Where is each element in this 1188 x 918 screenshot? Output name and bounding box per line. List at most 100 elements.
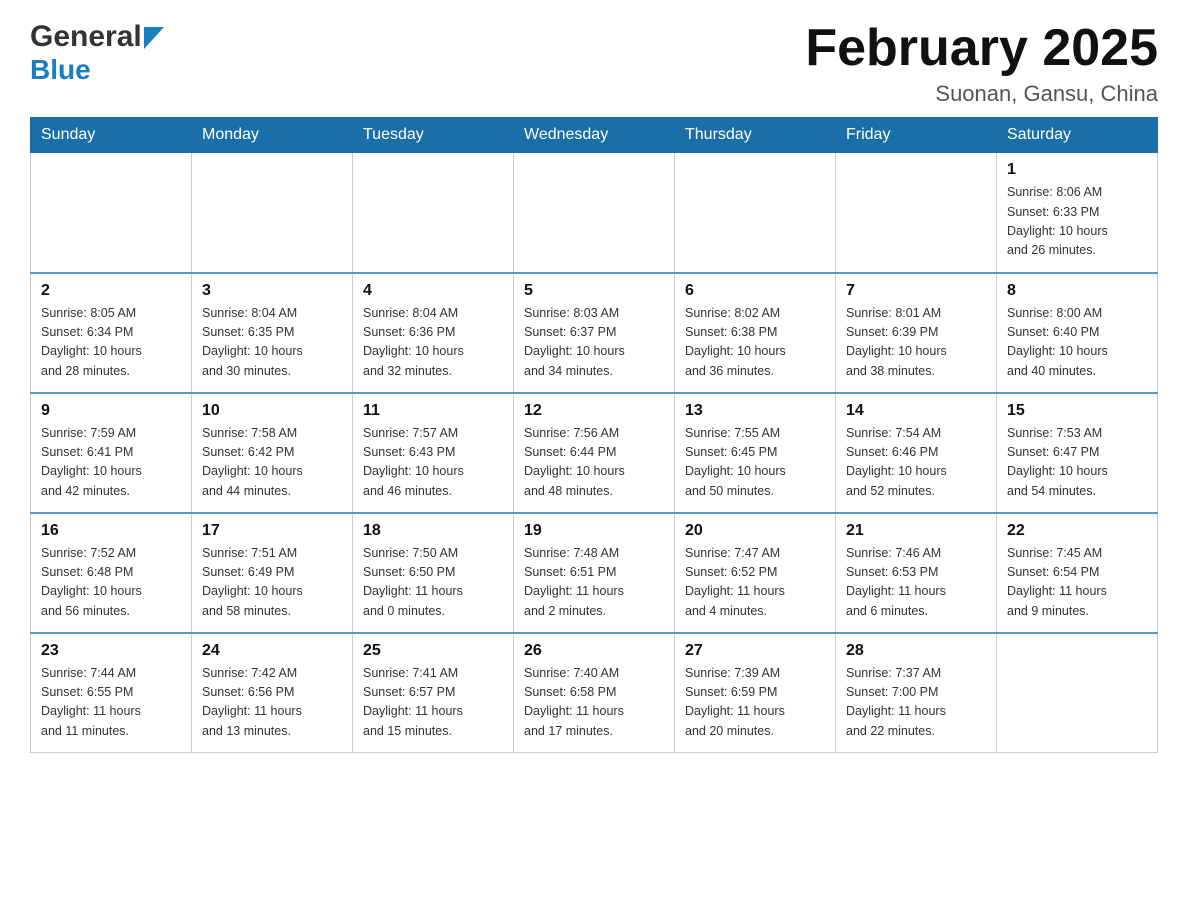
day-info: Sunrise: 7:41 AMSunset: 6:57 PMDaylight:… <box>363 664 503 742</box>
table-row: 22Sunrise: 7:45 AMSunset: 6:54 PMDayligh… <box>997 513 1158 633</box>
day-info: Sunrise: 8:02 AMSunset: 6:38 PMDaylight:… <box>685 304 825 382</box>
table-row: 26Sunrise: 7:40 AMSunset: 6:58 PMDayligh… <box>514 633 675 753</box>
day-info: Sunrise: 7:55 AMSunset: 6:45 PMDaylight:… <box>685 424 825 502</box>
day-info: Sunrise: 7:42 AMSunset: 6:56 PMDaylight:… <box>202 664 342 742</box>
page-header: General Blue February 2025 Suonan, Gansu… <box>30 20 1158 107</box>
day-info: Sunrise: 7:51 AMSunset: 6:49 PMDaylight:… <box>202 544 342 622</box>
table-row: 20 Sunrise: 7:47 AMSunset: 6:52 PMDayligh… <box>675 513 836 633</box>
header-sunday: Sunday <box>31 118 192 153</box>
location-subtitle: Suonan, Gansu, China <box>805 81 1158 107</box>
day-number: 9 <box>41 402 181 420</box>
day-number: 10 <box>202 402 342 420</box>
table-row: 6Sunrise: 8:02 AMSunset: 6:38 PMDaylight… <box>675 273 836 393</box>
calendar-week-row: 1 Sunrise: 8:06 AMSunset: 6:33 PMDaylight… <box>31 153 1158 273</box>
logo-general-text: General <box>30 20 142 54</box>
title-area: February 2025 Suonan, Gansu, China <box>805 20 1158 107</box>
header-saturday: Saturday <box>997 118 1158 153</box>
table-row: 3Sunrise: 8:04 AMSunset: 6:35 PMDaylight… <box>192 273 353 393</box>
day-info: Sunrise: 7:40 AMSunset: 6:58 PMDaylight:… <box>524 664 664 742</box>
calendar-week-row: 23 Sunrise: 7:44 AMSunset: 6:55 PMDayligh… <box>31 633 1158 753</box>
day-info: Sunrise: 7:56 AMSunset: 6:44 PMDaylight:… <box>524 424 664 502</box>
table-row: 7Sunrise: 8:01 AMSunset: 6:39 PMDaylight… <box>836 273 997 393</box>
day-info: Sunrise: 7:58 AMSunset: 6:42 PMDaylight:… <box>202 424 342 502</box>
day-info: Sunrise: 7:54 AMSunset: 6:46 PMDaylight:… <box>846 424 986 502</box>
day-info: Sunrise: 8:01 AMSunset: 6:39 PMDaylight:… <box>846 304 986 382</box>
day-info: Sunrise: 7:52 AMSunset: 6:48 PMDaylight:… <box>41 544 181 622</box>
day-number: 23 <box>41 642 181 660</box>
day-info: Sunrise: 8:04 AMSunset: 6:36 PMDaylight:… <box>363 304 503 382</box>
day-number: 4 <box>363 282 503 300</box>
table-row: 5 Sunrise: 8:03 AMSunset: 6:37 PMDaylight… <box>514 273 675 393</box>
day-number: 13 <box>685 402 825 420</box>
header-monday: Monday <box>192 118 353 153</box>
day-info: Sunrise: 7:57 AMSunset: 6:43 PMDaylight:… <box>363 424 503 502</box>
table-row: 13 Sunrise: 7:55 AMSunset: 6:45 PMDayligh… <box>675 393 836 513</box>
day-number: 28 <box>846 642 986 660</box>
table-row: 21 Sunrise: 7:46 AMSunset: 6:53 PMDayligh… <box>836 513 997 633</box>
day-number: 11 <box>363 402 503 420</box>
table-row <box>997 633 1158 753</box>
day-info: Sunrise: 8:06 AMSunset: 6:33 PMDaylight:… <box>1007 183 1147 261</box>
day-info: Sunrise: 8:03 AMSunset: 6:37 PMDaylight:… <box>524 304 664 382</box>
table-row: 18 Sunrise: 7:50 AMSunset: 6:50 PMDayligh… <box>353 513 514 633</box>
table-row <box>31 153 192 273</box>
month-year-title: February 2025 <box>805 20 1158 77</box>
calendar-week-row: 2 Sunrise: 8:05 AMSunset: 6:34 PMDaylight… <box>31 273 1158 393</box>
table-row: 4 Sunrise: 8:04 AMSunset: 6:36 PMDaylight… <box>353 273 514 393</box>
header-tuesday: Tuesday <box>353 118 514 153</box>
day-info: Sunrise: 7:39 AMSunset: 6:59 PMDaylight:… <box>685 664 825 742</box>
table-row: 1 Sunrise: 8:06 AMSunset: 6:33 PMDaylight… <box>997 153 1158 273</box>
day-number: 20 <box>685 522 825 540</box>
header-wednesday: Wednesday <box>514 118 675 153</box>
day-info: Sunrise: 8:05 AMSunset: 6:34 PMDaylight:… <box>41 304 181 382</box>
table-row: 17 Sunrise: 7:51 AMSunset: 6:49 PMDayligh… <box>192 513 353 633</box>
day-number: 21 <box>846 522 986 540</box>
day-number: 25 <box>363 642 503 660</box>
calendar-header-row: Sunday Monday Tuesday Wednesday Thursday… <box>31 118 1158 153</box>
day-number: 8 <box>1007 282 1147 300</box>
calendar-week-row: 16 Sunrise: 7:52 AMSunset: 6:48 PMDayligh… <box>31 513 1158 633</box>
day-number: 2 <box>41 282 181 300</box>
header-friday: Friday <box>836 118 997 153</box>
logo-arrow-icon <box>144 27 164 49</box>
calendar-table: Sunday Monday Tuesday Wednesday Thursday… <box>30 117 1158 753</box>
day-number: 1 <box>1007 161 1147 179</box>
table-row: 9 Sunrise: 7:59 AMSunset: 6:41 PMDaylight… <box>31 393 192 513</box>
day-number: 12 <box>524 402 664 420</box>
header-thursday: Thursday <box>675 118 836 153</box>
table-row: 8 Sunrise: 8:00 AMSunset: 6:40 PMDaylight… <box>997 273 1158 393</box>
table-row <box>353 153 514 273</box>
table-row: 28 Sunrise: 7:37 AMSunset: 7:00 PMDayligh… <box>836 633 997 753</box>
day-info: Sunrise: 7:47 AMSunset: 6:52 PMDaylight:… <box>685 544 825 622</box>
day-info: Sunrise: 8:00 AMSunset: 6:40 PMDaylight:… <box>1007 304 1147 382</box>
table-row: 10 Sunrise: 7:58 AMSunset: 6:42 PMDayligh… <box>192 393 353 513</box>
day-number: 16 <box>41 522 181 540</box>
table-row: 14Sunrise: 7:54 AMSunset: 6:46 PMDayligh… <box>836 393 997 513</box>
day-info: Sunrise: 7:46 AMSunset: 6:53 PMDaylight:… <box>846 544 986 622</box>
table-row: 27Sunrise: 7:39 AMSunset: 6:59 PMDayligh… <box>675 633 836 753</box>
table-row <box>192 153 353 273</box>
day-info: Sunrise: 7:48 AMSunset: 6:51 PMDaylight:… <box>524 544 664 622</box>
table-row: 19Sunrise: 7:48 AMSunset: 6:51 PMDayligh… <box>514 513 675 633</box>
day-number: 15 <box>1007 402 1147 420</box>
day-info: Sunrise: 7:50 AMSunset: 6:50 PMDaylight:… <box>363 544 503 622</box>
table-row: 24 Sunrise: 7:42 AMSunset: 6:56 PMDayligh… <box>192 633 353 753</box>
calendar-week-row: 9 Sunrise: 7:59 AMSunset: 6:41 PMDaylight… <box>31 393 1158 513</box>
day-number: 18 <box>363 522 503 540</box>
day-number: 24 <box>202 642 342 660</box>
day-number: 5 <box>524 282 664 300</box>
day-info: Sunrise: 7:45 AMSunset: 6:54 PMDaylight:… <box>1007 544 1147 622</box>
table-row <box>514 153 675 273</box>
day-info: Sunrise: 7:59 AMSunset: 6:41 PMDaylight:… <box>41 424 181 502</box>
day-info: Sunrise: 7:37 AMSunset: 7:00 PMDaylight:… <box>846 664 986 742</box>
table-row: 2 Sunrise: 8:05 AMSunset: 6:34 PMDaylight… <box>31 273 192 393</box>
day-number: 17 <box>202 522 342 540</box>
table-row: 23 Sunrise: 7:44 AMSunset: 6:55 PMDayligh… <box>31 633 192 753</box>
logo-blue-text: Blue <box>30 54 91 85</box>
day-number: 3 <box>202 282 342 300</box>
table-row: 16 Sunrise: 7:52 AMSunset: 6:48 PMDayligh… <box>31 513 192 633</box>
table-row: 11 Sunrise: 7:57 AMSunset: 6:43 PMDayligh… <box>353 393 514 513</box>
day-info: Sunrise: 7:44 AMSunset: 6:55 PMDaylight:… <box>41 664 181 742</box>
table-row: 25 Sunrise: 7:41 AMSunset: 6:57 PMDayligh… <box>353 633 514 753</box>
table-row: 12 Sunrise: 7:56 AMSunset: 6:44 PMDayligh… <box>514 393 675 513</box>
